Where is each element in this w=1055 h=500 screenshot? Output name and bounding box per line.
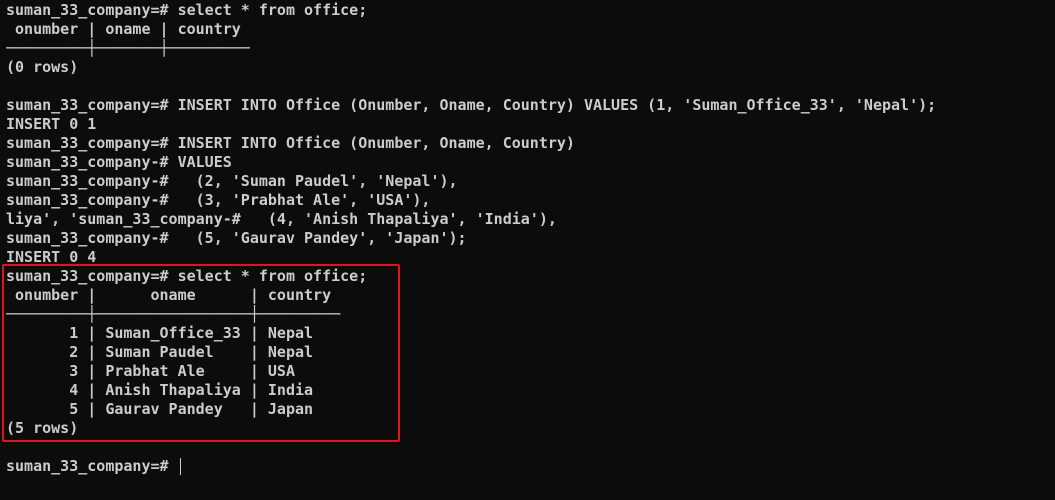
result-separator: ─────────┼─────────────────┼───────── bbox=[6, 305, 341, 323]
terminal-line: suman_33_company=# INSERT INTO Office (O… bbox=[6, 134, 575, 152]
table-row: 2 | Suman Paudel | Nepal bbox=[6, 343, 314, 361]
table-row: 1 | Suman_Office_33 | Nepal bbox=[6, 324, 314, 342]
terminal-line: suman_33_company-# (3, 'Prabhat Ale', 'U… bbox=[6, 191, 431, 209]
result-separator: ─────────┼───────┼───────── bbox=[6, 39, 250, 57]
table-row: 3 | Prabhat Ale | USA bbox=[6, 362, 295, 380]
row-count: (5 rows) bbox=[6, 419, 79, 437]
terminal-line: suman_33_company-# (2, 'Suman Paudel', '… bbox=[6, 172, 458, 190]
terminal-line: suman_33_company-# VALUES bbox=[6, 153, 232, 171]
row-count: (0 rows) bbox=[6, 58, 79, 76]
terminal-line: suman_33_company-# (5, 'Gaurav Pandey', … bbox=[6, 229, 467, 247]
text-cursor bbox=[179, 458, 181, 475]
terminal-line: suman_33_company=# select * from office; bbox=[6, 267, 368, 285]
prompt-text: suman_33_company=# bbox=[6, 457, 178, 475]
prompt-line[interactable]: suman_33_company=# bbox=[6, 457, 1055, 476]
command-result: INSERT 0 1 bbox=[6, 115, 97, 133]
command-result: INSERT 0 4 bbox=[6, 248, 97, 266]
terminal-line: suman_33_company=# select * from office; bbox=[6, 1, 368, 19]
terminal-line: liya', 'suman_33_company-# (4, 'Anish Th… bbox=[6, 210, 557, 228]
result-header: onumber | oname | country bbox=[6, 286, 332, 304]
table-row: 4 | Anish Thapaliya | India bbox=[6, 381, 314, 399]
table-row: 5 | Gaurav Pandey | Japan bbox=[6, 400, 314, 418]
terminal-line: suman_33_company=# INSERT INTO Office (O… bbox=[6, 96, 937, 114]
result-header: onumber | oname | country bbox=[6, 20, 241, 38]
terminal-window[interactable]: suman_33_company=# select * from office;… bbox=[0, 0, 1055, 500]
